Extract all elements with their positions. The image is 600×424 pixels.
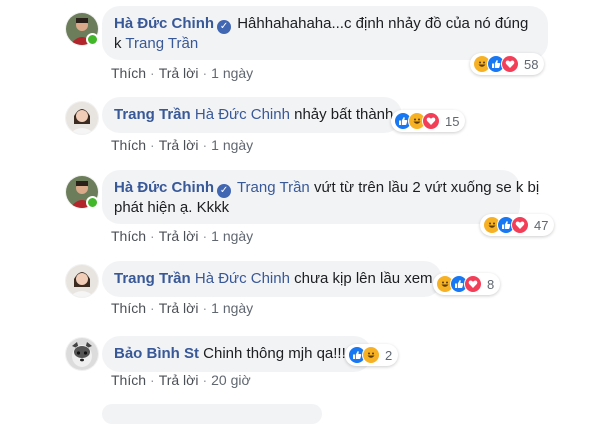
comment-author[interactable]: Hà Đức Chinh — [114, 15, 214, 32]
verified-badge-icon: ✓ — [217, 20, 232, 34]
reply-button[interactable]: Trả lời — [159, 65, 199, 81]
mention-tag[interactable]: Trang Trần — [237, 179, 310, 196]
comment-bubble — [102, 404, 322, 424]
separator: · — [150, 228, 155, 244]
avatar[interactable] — [66, 338, 98, 370]
reaction-count: 8 — [487, 276, 495, 292]
timestamp[interactable]: 20 giờ — [211, 372, 251, 388]
reaction-count: 47 — [534, 217, 549, 233]
mention-tag[interactable]: Hà Đức Chinh — [195, 106, 290, 123]
online-status-icon — [86, 33, 99, 46]
love-icon — [501, 55, 519, 73]
like-button[interactable]: Thích — [111, 372, 146, 388]
comment-bubble: Bảo Bình St Chinh thông mjh qa!!! — [102, 336, 372, 372]
reply-button[interactable]: Trả lời — [159, 137, 199, 153]
reaction-summary[interactable]: 2 — [345, 344, 399, 366]
comment-text: phát hiện ạ. Kkkk — [114, 199, 230, 216]
comment-bubble: Trang Trần Hà Đức Chinh nhảy bất thành — [102, 97, 402, 133]
timestamp[interactable]: 1 ngày — [211, 228, 253, 244]
reaction-summary[interactable]: 15 — [391, 110, 466, 132]
verified-badge-icon: ✓ — [217, 184, 232, 198]
mention-tag[interactable]: Trang Trần — [125, 35, 198, 52]
timestamp[interactable]: 1 ngày — [211, 137, 253, 153]
comment-text: Hâhhahahaha...c định nhảy đồ của nó đúng — [237, 15, 529, 32]
reaction-count: 15 — [445, 113, 460, 129]
separator: · — [150, 65, 155, 81]
comment-text: chưa kịp lên lầu xem . — [294, 270, 441, 287]
reply-button[interactable]: Trả lời — [159, 372, 199, 388]
separator: · — [202, 228, 208, 244]
comment-text: k — [114, 35, 126, 52]
timestamp[interactable]: 1 ngày — [211, 65, 253, 81]
comment-author[interactable]: Hà Đức Chinh — [114, 179, 214, 196]
reply-button[interactable]: Trả lời — [159, 228, 199, 244]
mention-tag[interactable]: Hà Đức Chinh — [195, 270, 290, 287]
separator: · — [202, 137, 208, 153]
separator: · — [150, 137, 155, 153]
like-button[interactable]: Thích — [111, 65, 146, 81]
love-icon — [511, 216, 529, 234]
reaction-count: 58 — [524, 56, 539, 72]
like-button[interactable]: Thích — [111, 228, 146, 244]
like-button[interactable]: Thích — [111, 300, 146, 316]
comment-author[interactable]: Trang Trần — [114, 106, 191, 123]
reaction-summary[interactable]: 47 — [480, 214, 555, 236]
avatar[interactable] — [66, 265, 98, 297]
reply-button[interactable]: Trả lời — [159, 300, 199, 316]
like-button[interactable]: Thích — [111, 137, 146, 153]
reaction-count: 2 — [385, 347, 393, 363]
comment-author[interactable]: Trang Trần — [114, 270, 191, 287]
timestamp[interactable]: 1 ngày — [211, 300, 253, 316]
comment-text: Chinh thông mjh qa!!! — [203, 345, 346, 362]
separator: · — [202, 65, 208, 81]
comment-text: vứt từ trên lầu 2 vứt xuống se k bị — [313, 179, 540, 196]
separator: · — [150, 300, 155, 316]
haha-icon — [362, 346, 380, 364]
comment-text: nhảy bất thành — [294, 106, 394, 123]
love-icon — [422, 112, 440, 130]
comment-bubble: Hà Đức Chinh ✓ Hâhhahahaha...c định nhảy … — [102, 6, 548, 60]
avatar[interactable] — [66, 102, 98, 134]
reaction-summary[interactable]: 58 — [470, 53, 545, 75]
separator: · — [202, 300, 208, 316]
separator: · — [150, 372, 155, 388]
comment-author[interactable]: Bảo Bình St — [114, 345, 199, 362]
separator: · — [202, 372, 208, 388]
online-status-icon — [86, 196, 99, 209]
comment-bubble: Hà Đức Chinh ✓ Trang Trần vứt từ trên lầu… — [102, 170, 539, 224]
love-icon — [464, 275, 482, 293]
reaction-summary[interactable]: 8 — [433, 273, 501, 295]
comment-bubble: Trang Trần Hà Đức Chinh chưa kịp lên lầu… — [102, 261, 442, 297]
